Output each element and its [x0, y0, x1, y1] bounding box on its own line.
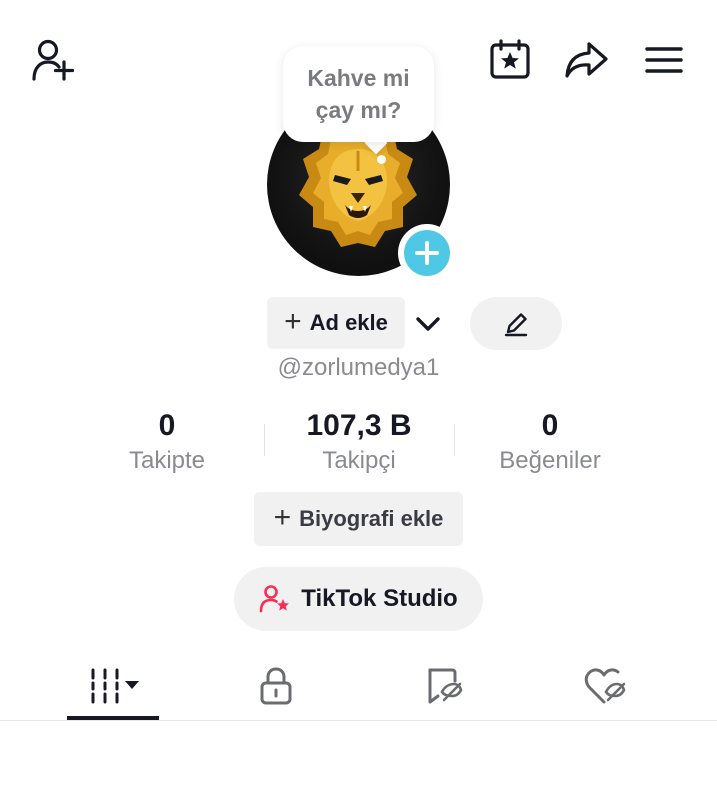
- share-icon[interactable]: [562, 38, 610, 82]
- add-bio-button[interactable]: + Biyografi ekle: [254, 492, 463, 546]
- username: @zorlumedya1: [277, 354, 440, 381]
- stat-label: Takipçi: [322, 447, 396, 474]
- repost-icon: [428, 668, 463, 704]
- divider: [454, 424, 455, 456]
- stat-value: 0: [541, 409, 559, 442]
- tiktok-studio-button[interactable]: TikTok Studio: [234, 567, 483, 631]
- lock-icon: [260, 667, 292, 705]
- bubble-line-1: Kahve mi: [307, 65, 410, 91]
- calendar-star-icon[interactable]: [486, 38, 534, 82]
- add-bio-label: Biyografi ekle: [299, 506, 444, 531]
- stat-followers[interactable]: 107,3 B Takipçi: [278, 408, 440, 476]
- menu-icon[interactable]: [640, 40, 688, 80]
- edit-profile-button[interactable]: [470, 297, 562, 350]
- divider: [264, 424, 265, 456]
- tabs-divider: [0, 720, 717, 721]
- stat-label: Takipte: [128, 447, 206, 474]
- stat-label: Beğeniler: [499, 447, 601, 474]
- add-name-button[interactable]: + Ad ekle: [267, 297, 405, 349]
- note-bubble[interactable]: Kahve mi çay mı?: [283, 46, 434, 142]
- bubble-line-2: çay mı?: [315, 97, 402, 123]
- tab-videos[interactable]: [67, 660, 159, 712]
- tab-liked[interactable]: [568, 660, 644, 712]
- creator-star-icon: [259, 585, 290, 613]
- liked-icon: [584, 668, 626, 704]
- plus-icon: [404, 230, 450, 276]
- tiktok-studio-label: TikTok Studio: [301, 585, 458, 612]
- videos-grid-icon: [91, 668, 139, 704]
- plus-icon: +: [284, 304, 302, 338]
- stat-following[interactable]: 0 Takipte: [97, 408, 237, 476]
- stat-likes[interactable]: 0 Beğeniler: [470, 408, 630, 476]
- add-friend-icon[interactable]: [28, 36, 80, 84]
- tab-private[interactable]: [240, 660, 312, 712]
- bubble-dot: [377, 155, 386, 164]
- plus-icon: +: [273, 500, 292, 534]
- add-name-label: Ad ekle: [309, 310, 388, 335]
- stat-value: 107,3 B: [306, 409, 412, 442]
- tab-reposts[interactable]: [408, 660, 480, 712]
- add-avatar-button[interactable]: [398, 224, 456, 282]
- stat-value: 0: [158, 409, 176, 442]
- chevron-down-icon[interactable]: [413, 310, 443, 338]
- pencil-icon: [504, 312, 528, 336]
